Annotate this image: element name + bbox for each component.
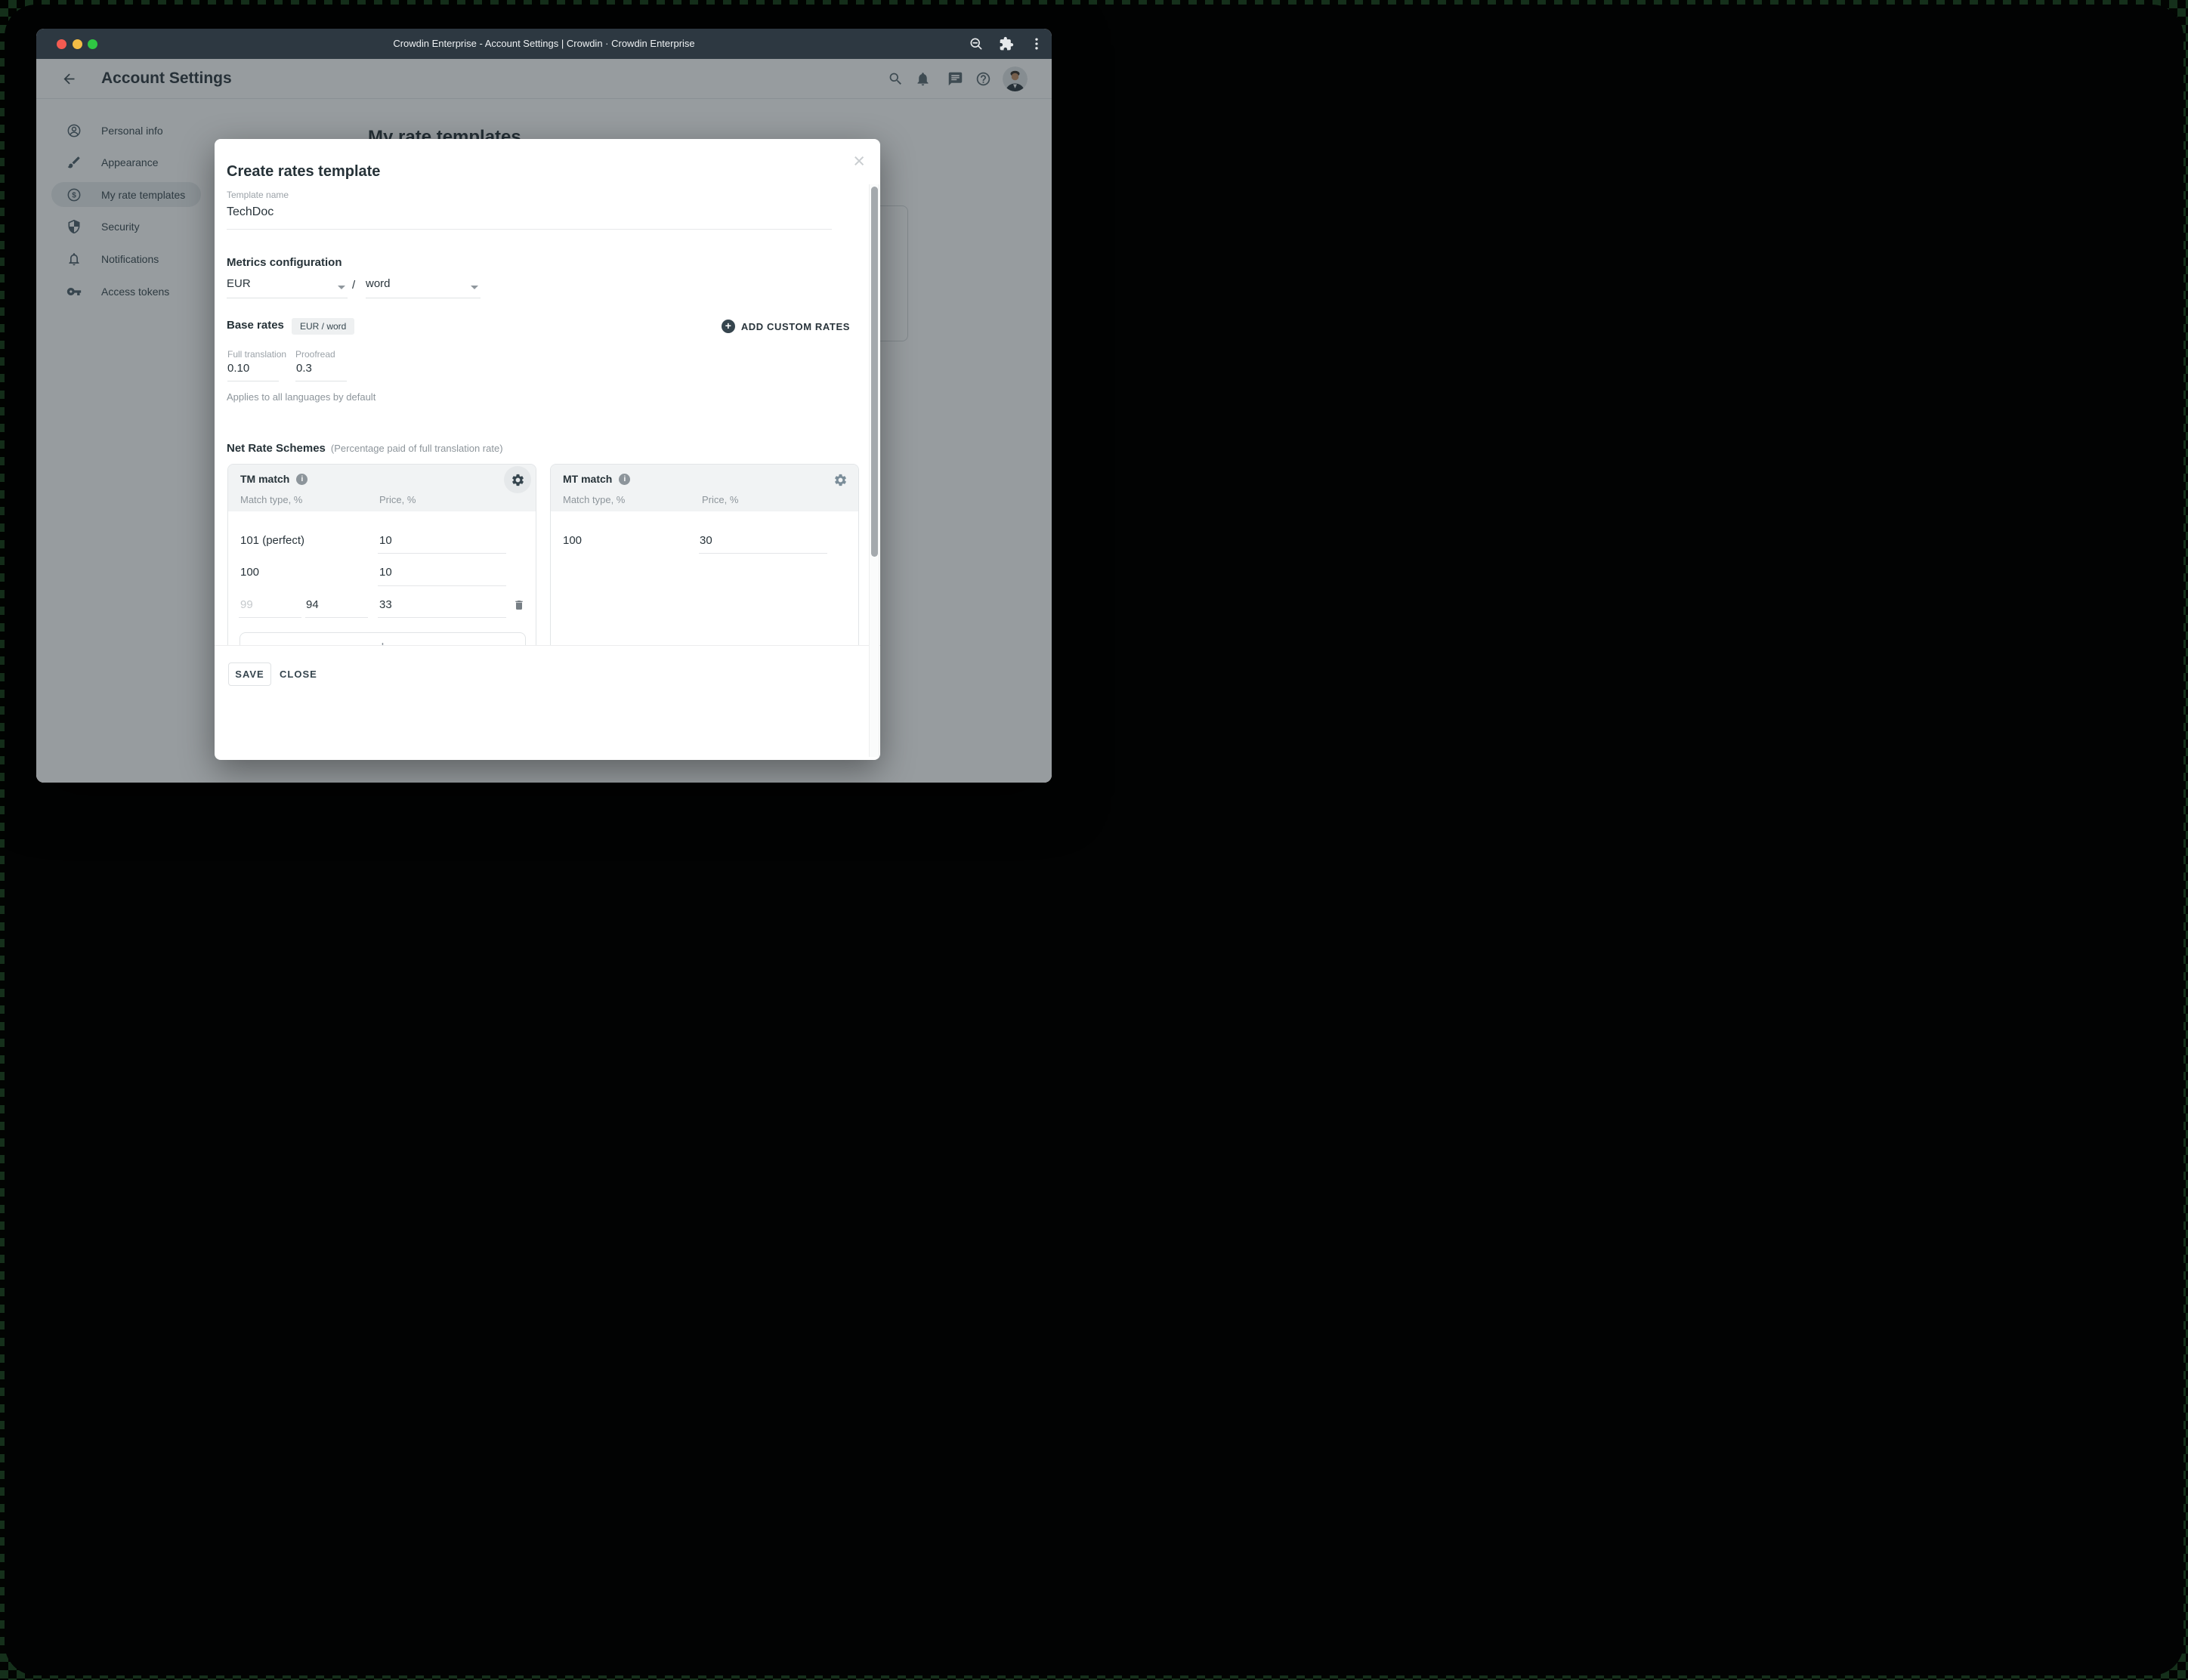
- tm-card-title: TM match i: [240, 473, 308, 485]
- zoom-indicator-icon[interactable]: [969, 36, 984, 51]
- mt-match-card: MT match i Match type, % Price, % 100 30: [550, 464, 859, 646]
- tm-card-header: TM match i Match type, % Price, %: [228, 465, 536, 511]
- currency-value: EUR: [227, 277, 251, 290]
- metrics-configuration-heading: Metrics configuration: [227, 256, 342, 269]
- browser-titlebar: Crowdin Enterprise - Account Settings | …: [36, 29, 1052, 59]
- currency-select[interactable]: EUR: [227, 276, 348, 298]
- mt-card-header: MT match i Match type, % Price, %: [551, 465, 858, 511]
- proofread-label: Proofread: [295, 349, 335, 360]
- base-rates-note: Applies to all languages by default: [227, 391, 376, 403]
- input-underline: [378, 617, 506, 618]
- tm-row-price-input[interactable]: 10: [379, 566, 392, 579]
- tm-row-match: 101 (perfect): [240, 534, 305, 547]
- template-name-input[interactable]: TechDoc: [227, 205, 274, 219]
- tm-row-match: 100: [240, 566, 260, 579]
- input-underline: [378, 553, 506, 554]
- info-icon[interactable]: i: [619, 473, 631, 485]
- plus-circle-icon: +: [721, 320, 735, 333]
- full-translation-input[interactable]: 0.10: [227, 362, 249, 375]
- mt-col-price: Price, %: [702, 494, 739, 505]
- tm-col-match-type: Match type, %: [240, 494, 303, 505]
- modal-scrollbar-thumb[interactable]: [870, 187, 878, 557]
- mt-card-title: MT match i: [563, 473, 631, 485]
- tm-match-card: TM match i Match type, % Price, % 101 (p…: [227, 464, 536, 646]
- input-underline: [378, 585, 506, 586]
- mt-col-match-type: Match type, %: [563, 494, 626, 505]
- app-viewport: Account Settings Personal info Appearanc…: [36, 59, 1052, 783]
- mt-row-match: 100: [563, 534, 583, 547]
- input-underline: [305, 617, 368, 618]
- tm-add-row-button[interactable]: +: [240, 632, 526, 646]
- tm-row-match-from-input[interactable]: 99: [240, 598, 253, 611]
- proofread-input[interactable]: 0.3: [296, 362, 312, 375]
- template-name-label: Template name: [227, 190, 289, 200]
- close-button[interactable]: CLOSE: [280, 662, 317, 686]
- chevron-down-icon: [471, 286, 478, 289]
- net-rate-schemes-subheading: (Percentage paid of full translation rat…: [330, 443, 503, 454]
- tm-row-match-to-input[interactable]: 94: [306, 598, 319, 611]
- full-translation-label: Full translation: [227, 349, 287, 360]
- net-rate-schemes-heading: Net Rate Schemes (Percentage paid of full…: [227, 442, 503, 455]
- browser-window: Crowdin Enterprise - Account Settings | …: [36, 29, 1052, 783]
- close-icon[interactable]: ×: [853, 151, 865, 171]
- unit-value: word: [366, 277, 391, 290]
- tm-col-price: Price, %: [379, 494, 416, 505]
- tm-row-price-input[interactable]: 33: [379, 598, 392, 611]
- mt-row-price-input[interactable]: 30: [700, 534, 712, 547]
- input-underline: [227, 229, 832, 230]
- unit-select[interactable]: word: [366, 276, 481, 298]
- browser-tab-title: Crowdin Enterprise - Account Settings | …: [393, 38, 695, 49]
- save-button[interactable]: SAVE: [228, 662, 271, 686]
- create-rates-template-modal: Create rates template × Template name Te…: [215, 139, 880, 760]
- info-icon[interactable]: i: [296, 473, 308, 485]
- mt-settings-gear-icon[interactable]: [827, 466, 854, 493]
- trash-icon[interactable]: [513, 599, 525, 611]
- base-rates-heading: Base rates: [227, 319, 284, 332]
- input-underline: [699, 553, 827, 554]
- tm-row-price-input[interactable]: 10: [379, 534, 392, 547]
- chevron-down-icon: [338, 286, 345, 289]
- extensions-icon[interactable]: [999, 36, 1014, 51]
- add-custom-rates-button[interactable]: + ADD CUSTOM RATES: [721, 319, 850, 334]
- metrics-separator: /: [352, 279, 356, 292]
- input-underline: [239, 617, 301, 618]
- browser-menu-icon[interactable]: [1029, 36, 1044, 51]
- footer-divider: [215, 645, 880, 646]
- modal-title: Create rates template: [227, 163, 381, 180]
- tm-settings-gear-icon[interactable]: [504, 466, 531, 493]
- net-rate-cards-area: TM match i Match type, % Price, % 101 (p…: [215, 464, 880, 646]
- base-rates-chip: EUR / word: [292, 318, 355, 335]
- add-custom-rates-label: ADD CUSTOM RATES: [740, 320, 850, 332]
